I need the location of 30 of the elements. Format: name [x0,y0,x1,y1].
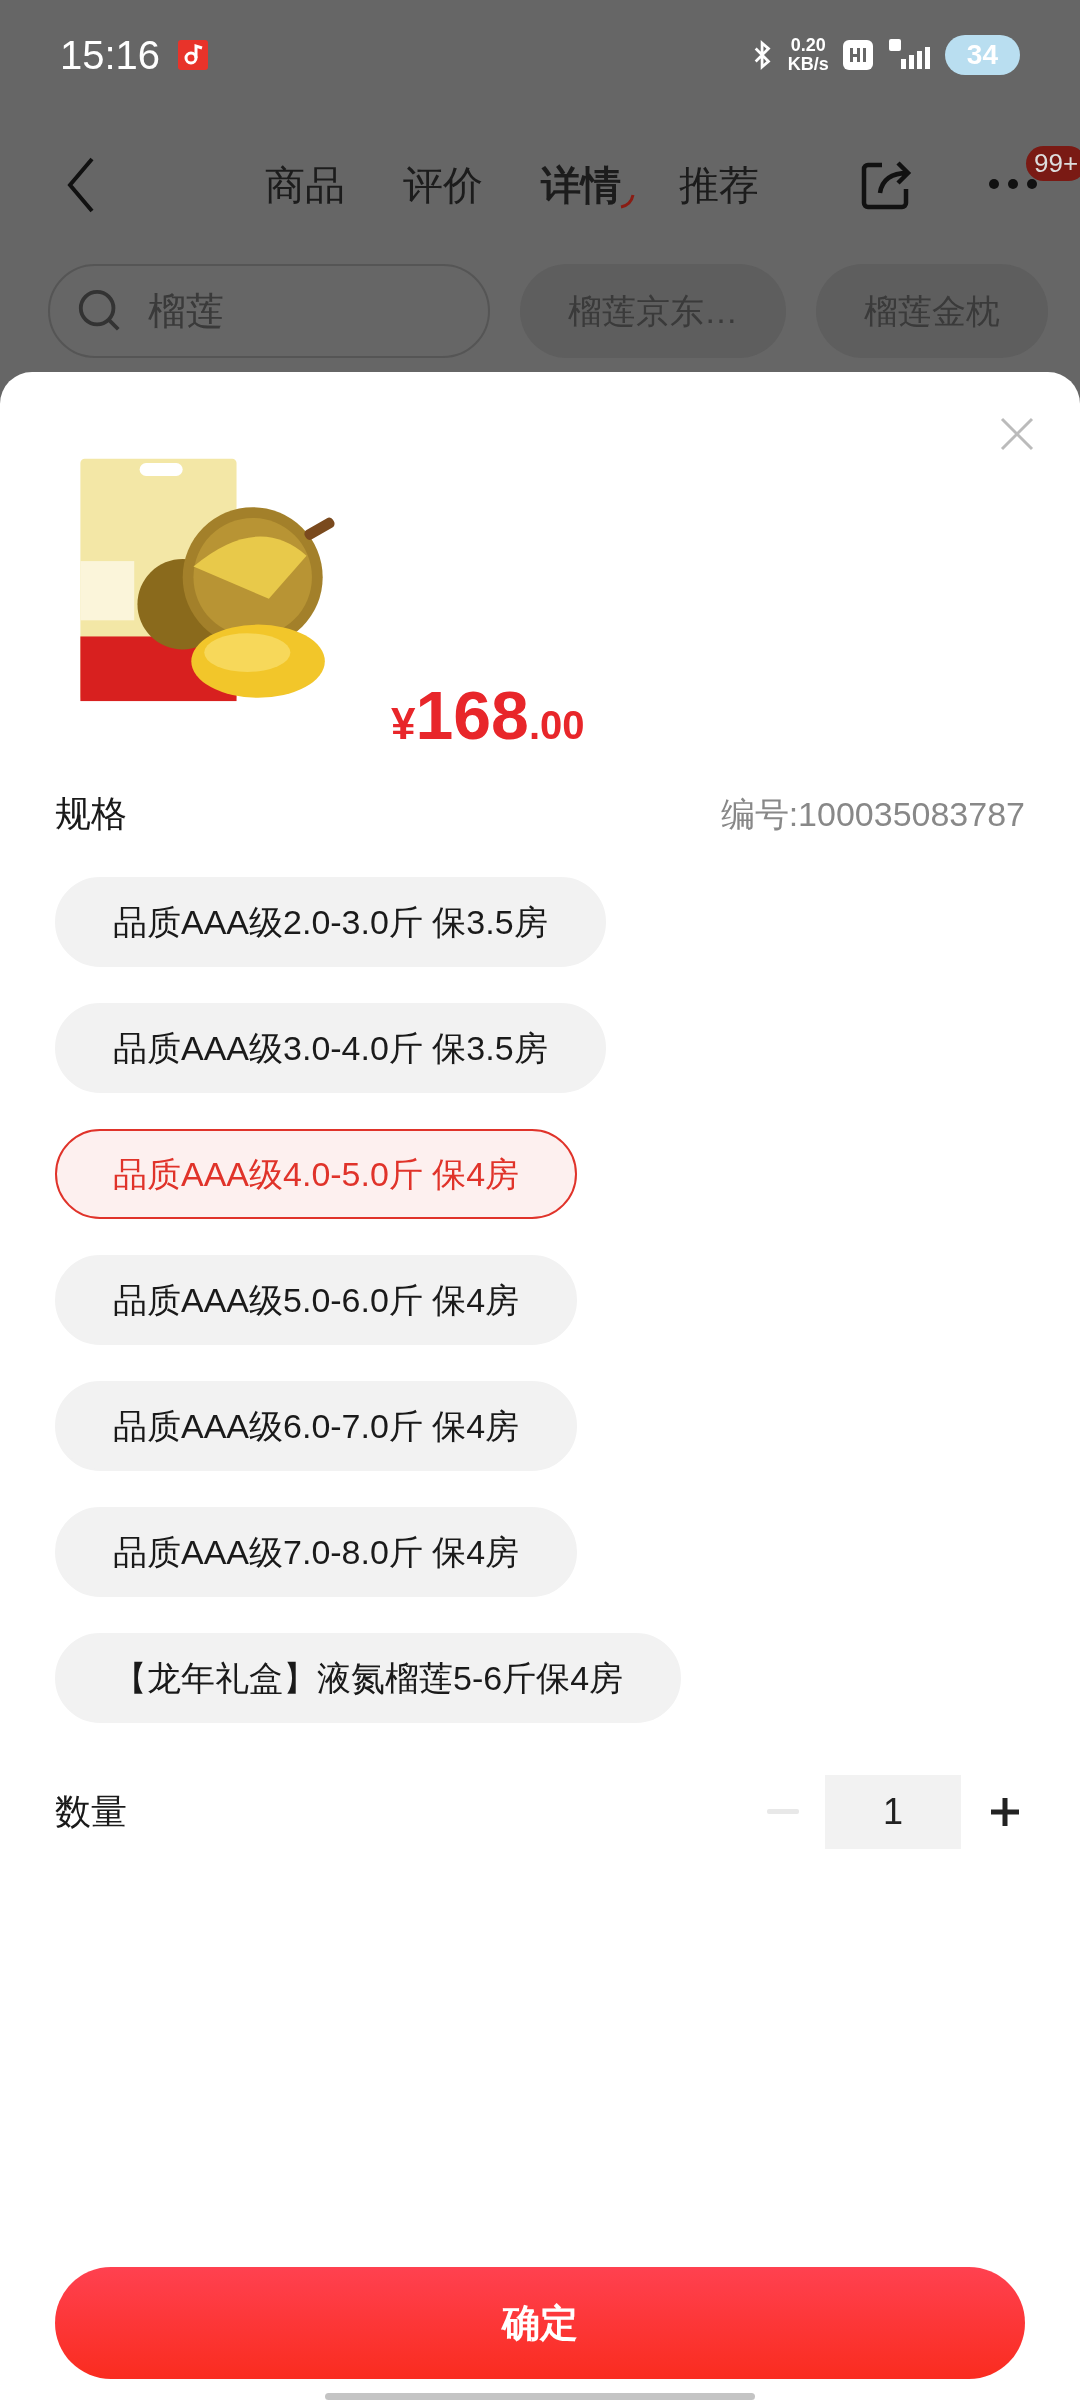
option-chip[interactable]: 品质AAA级3.0-4.0斤 保3.5房 [55,1003,606,1093]
quantity-field[interactable]: 1 [825,1775,961,1849]
nav-tab[interactable]: 评价 [403,161,483,209]
option-chip[interactable]: 品质AAA级2.0-3.0斤 保3.5房 [55,877,606,967]
option-chip[interactable]: 品质AAA级5.0-6.0斤 保4房 [55,1255,578,1345]
back-icon[interactable] [66,157,96,213]
notification-badge: 99+ [1026,146,1080,181]
network-speed: 0.20 [790,36,826,55]
option-chip[interactable]: 【龙年礼盒】液氮榴莲5-6斤保4房 [55,1633,682,1723]
nav-tab[interactable]: 推荐 [679,161,759,209]
hd-icon [842,40,873,70]
active-tab-indicator [619,193,635,209]
music-app-icon [178,40,209,70]
status-time: 15:16 [60,32,161,78]
confirm-button[interactable]: 确定 [55,2267,1025,2379]
battery-indicator: 34 [944,35,1020,75]
price: ¥168.00 [391,676,585,754]
spec-label: 规格 [55,792,127,836]
option-chip[interactable]: 品质AAA级7.0-8.0斤 保4房 [55,1507,578,1597]
option-chip[interactable]: 品质AAA级4.0-5.0斤 保4房 [55,1129,578,1219]
close-icon[interactable] [1000,417,1034,451]
network-unit: KB/s [787,55,829,74]
nav-tab[interactable]: 商品 [265,161,345,209]
quantity-label: 数量 [55,1789,127,1834]
nav-tab[interactable]: 详情 [541,161,621,209]
option-chip[interactable]: 品质AAA级6.0-7.0斤 保4房 [55,1381,578,1471]
sku-number: 编号:100035083787 [720,793,1025,835]
plus-icon[interactable] [989,1796,1021,1828]
signal-icon [886,39,931,71]
more-icon[interactable] [988,178,1038,190]
